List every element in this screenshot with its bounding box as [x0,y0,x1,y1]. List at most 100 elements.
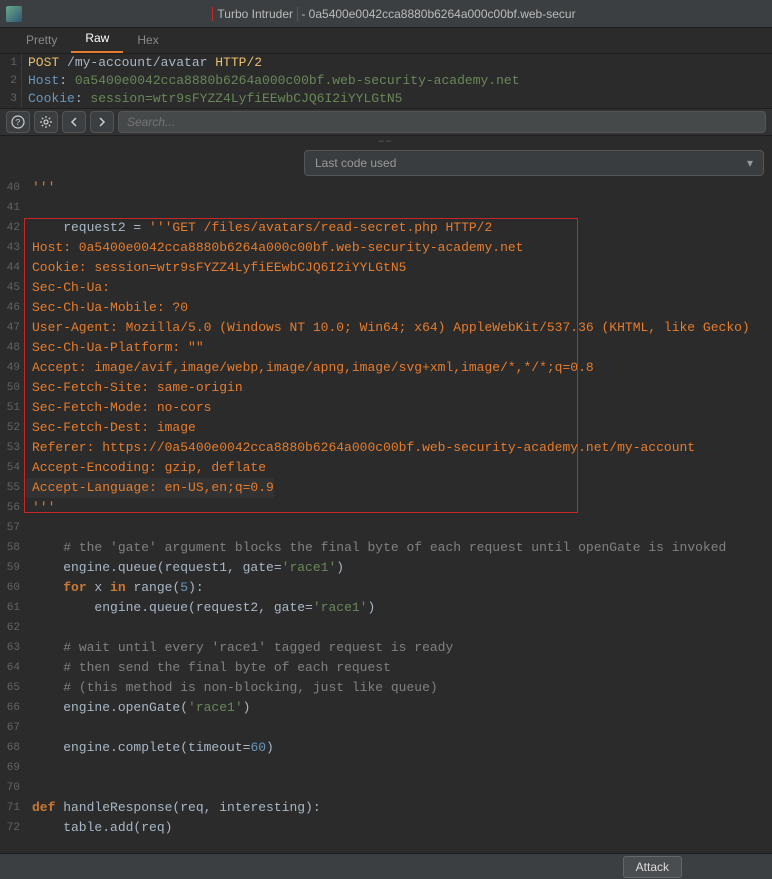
editor-line: 43Host: 0a5400e0042cca8880b6264a000c00bf… [0,238,772,258]
line-content[interactable]: Host: 0a5400e0042cca8880b6264a000c00bf.w… [22,72,520,90]
line-content[interactable]: def handleResponse(req, interesting): [26,798,321,818]
editor-line: 40''' [0,178,772,198]
line-content[interactable]: Accept-Language: en-US,en;q=0.9 [26,478,274,498]
footer: Attack [0,853,772,879]
line-content[interactable]: Sec-Ch-Ua-Mobile: ?0 [26,298,188,318]
line-number: 53 [0,438,26,458]
editor-line: 54Accept-Encoding: gzip, deflate [0,458,772,478]
line-content[interactable]: # the 'gate' argument blocks the final b… [26,538,726,558]
line-content[interactable]: Referer: https://0a5400e0042cca8880b6264… [26,438,695,458]
app-icon [6,6,22,22]
editor-line: 70 [0,778,772,798]
line-number: 58 [0,538,26,558]
line-number: 60 [0,578,26,598]
line-number: 40 [0,178,26,198]
line-content[interactable]: Sec-Fetch-Mode: no-cors [26,398,211,418]
code-editor[interactable]: 40'''41 42 request2 = '''GET /files/avat… [0,178,772,838]
line-number: 61 [0,598,26,618]
tab-hex[interactable]: Hex [123,27,172,53]
line-content[interactable] [26,618,40,638]
search-input[interactable] [127,115,757,129]
editor-line: 65 # (this method is non-blocking, just … [0,678,772,698]
editor-line: 57 [0,518,772,538]
line-number: 50 [0,378,26,398]
editor-line: 56''' [0,498,772,518]
editor-line: 46Sec-Ch-Ua-Mobile: ?0 [0,298,772,318]
editor-line: 68 engine.complete(timeout=60) [0,738,772,758]
nav-back-button[interactable] [62,111,86,133]
line-content[interactable]: User-Agent: Mozilla/5.0 (Windows NT 10.0… [26,318,750,338]
line-content[interactable]: # (this method is non-blocking, just lik… [26,678,438,698]
line-content[interactable] [26,518,40,538]
line-content[interactable]: Sec-Fetch-Site: same-origin [26,378,243,398]
editor-line: 52Sec-Fetch-Dest: image [0,418,772,438]
request-viewer[interactable]: 1POST /my-account/avatar HTTP/22Host: 0a… [0,54,772,108]
editor-line: 62 [0,618,772,638]
nav-forward-button[interactable] [90,111,114,133]
line-number: 41 [0,198,26,218]
editor-line: 66 engine.openGate('race1') [0,698,772,718]
tab-pretty[interactable]: Pretty [12,27,71,53]
line-content[interactable]: Accept: image/avif,image/webp,image/apng… [26,358,594,378]
editor-line: 51Sec-Fetch-Mode: no-cors [0,398,772,418]
line-content[interactable]: # then send the final byte of each reque… [26,658,391,678]
line-content[interactable]: engine.queue(request2, gate='race1') [26,598,375,618]
line-number: 43 [0,238,26,258]
line-content[interactable] [26,198,40,218]
title-suffix: - 0a5400e0042cca8880b6264a000c00bf.web-s… [298,7,576,21]
line-content[interactable]: POST /my-account/avatar HTTP/2 [22,54,262,72]
line-content[interactable]: Cookie: session=wtr9sFYZZ4LyfiEEwbCJQ6I2… [26,258,406,278]
line-number: 46 [0,298,26,318]
search-box[interactable] [118,111,766,133]
editor-line: 71def handleResponse(req, interesting): [0,798,772,818]
line-number: 72 [0,818,26,838]
editor-line: 44Cookie: session=wtr9sFYZZ4LyfiEEwbCJQ6… [0,258,772,278]
line-content[interactable]: for x in range(5): [26,578,204,598]
line-number: 3 [0,90,22,108]
editor-line: 53Referer: https://0a5400e0042cca8880b62… [0,438,772,458]
line-content[interactable]: Sec-Fetch-Dest: image [26,418,196,438]
editor-line: 49Accept: image/avif,image/webp,image/ap… [0,358,772,378]
line-number: 70 [0,778,26,798]
line-content[interactable]: Sec-Ch-Ua: [26,278,118,298]
line-content[interactable]: Cookie: session=wtr9sFYZZ4LyfiEEwbCJQ6I2… [22,90,402,108]
line-content[interactable]: ''' [26,178,55,198]
editor-line: 58 # the 'gate' argument blocks the fina… [0,538,772,558]
line-content[interactable]: request2 = '''GET /files/avatars/read-se… [26,218,492,238]
line-content[interactable]: Host: 0a5400e0042cca8880b6264a000c00bf.w… [26,238,523,258]
editor-line: 50Sec-Fetch-Site: same-origin [0,378,772,398]
editor-line: 72 table.add(req) [0,818,772,838]
line-content[interactable]: ''' [26,498,55,518]
dropdown-label: Last code used [315,156,396,170]
line-content[interactable]: Accept-Encoding: gzip, deflate [26,458,266,478]
request-line: 2Host: 0a5400e0042cca8880b6264a000c00bf.… [0,72,772,90]
snippet-dropdown[interactable]: Last code used ▾ [304,150,764,176]
line-content[interactable]: engine.queue(request1, gate='race1') [26,558,344,578]
line-content[interactable] [26,758,40,778]
line-content[interactable]: Sec-Ch-Ua-Platform: "" [26,338,204,358]
line-number: 1 [0,54,22,72]
editor-line: 48Sec-Ch-Ua-Platform: "" [0,338,772,358]
line-number: 54 [0,458,26,478]
gear-icon[interactable] [34,111,58,133]
titlebar: Turbo Intruder - 0a5400e0042cca8880b6264… [0,0,772,28]
chevron-down-icon: ▾ [747,156,753,170]
editor-line: 63 # wait until every 'race1' tagged req… [0,638,772,658]
line-number: 52 [0,418,26,438]
help-icon[interactable]: ? [6,111,30,133]
line-number: 64 [0,658,26,678]
line-content[interactable]: table.add(req) [26,818,172,838]
line-number: 66 [0,698,26,718]
line-content[interactable]: engine.openGate('race1') [26,698,250,718]
resize-grip[interactable]: ⋯⋯ [0,136,772,148]
line-content[interactable] [26,718,40,738]
editor-line: 47User-Agent: Mozilla/5.0 (Windows NT 10… [0,318,772,338]
svg-text:?: ? [15,118,20,128]
line-content[interactable]: # wait until every 'race1' tagged reques… [26,638,453,658]
line-content[interactable] [26,778,40,798]
line-content[interactable]: engine.complete(timeout=60) [26,738,274,758]
request-line: 1POST /my-account/avatar HTTP/2 [0,54,772,72]
line-number: 44 [0,258,26,278]
attack-button[interactable]: Attack [623,856,682,878]
tab-raw[interactable]: Raw [71,25,123,53]
